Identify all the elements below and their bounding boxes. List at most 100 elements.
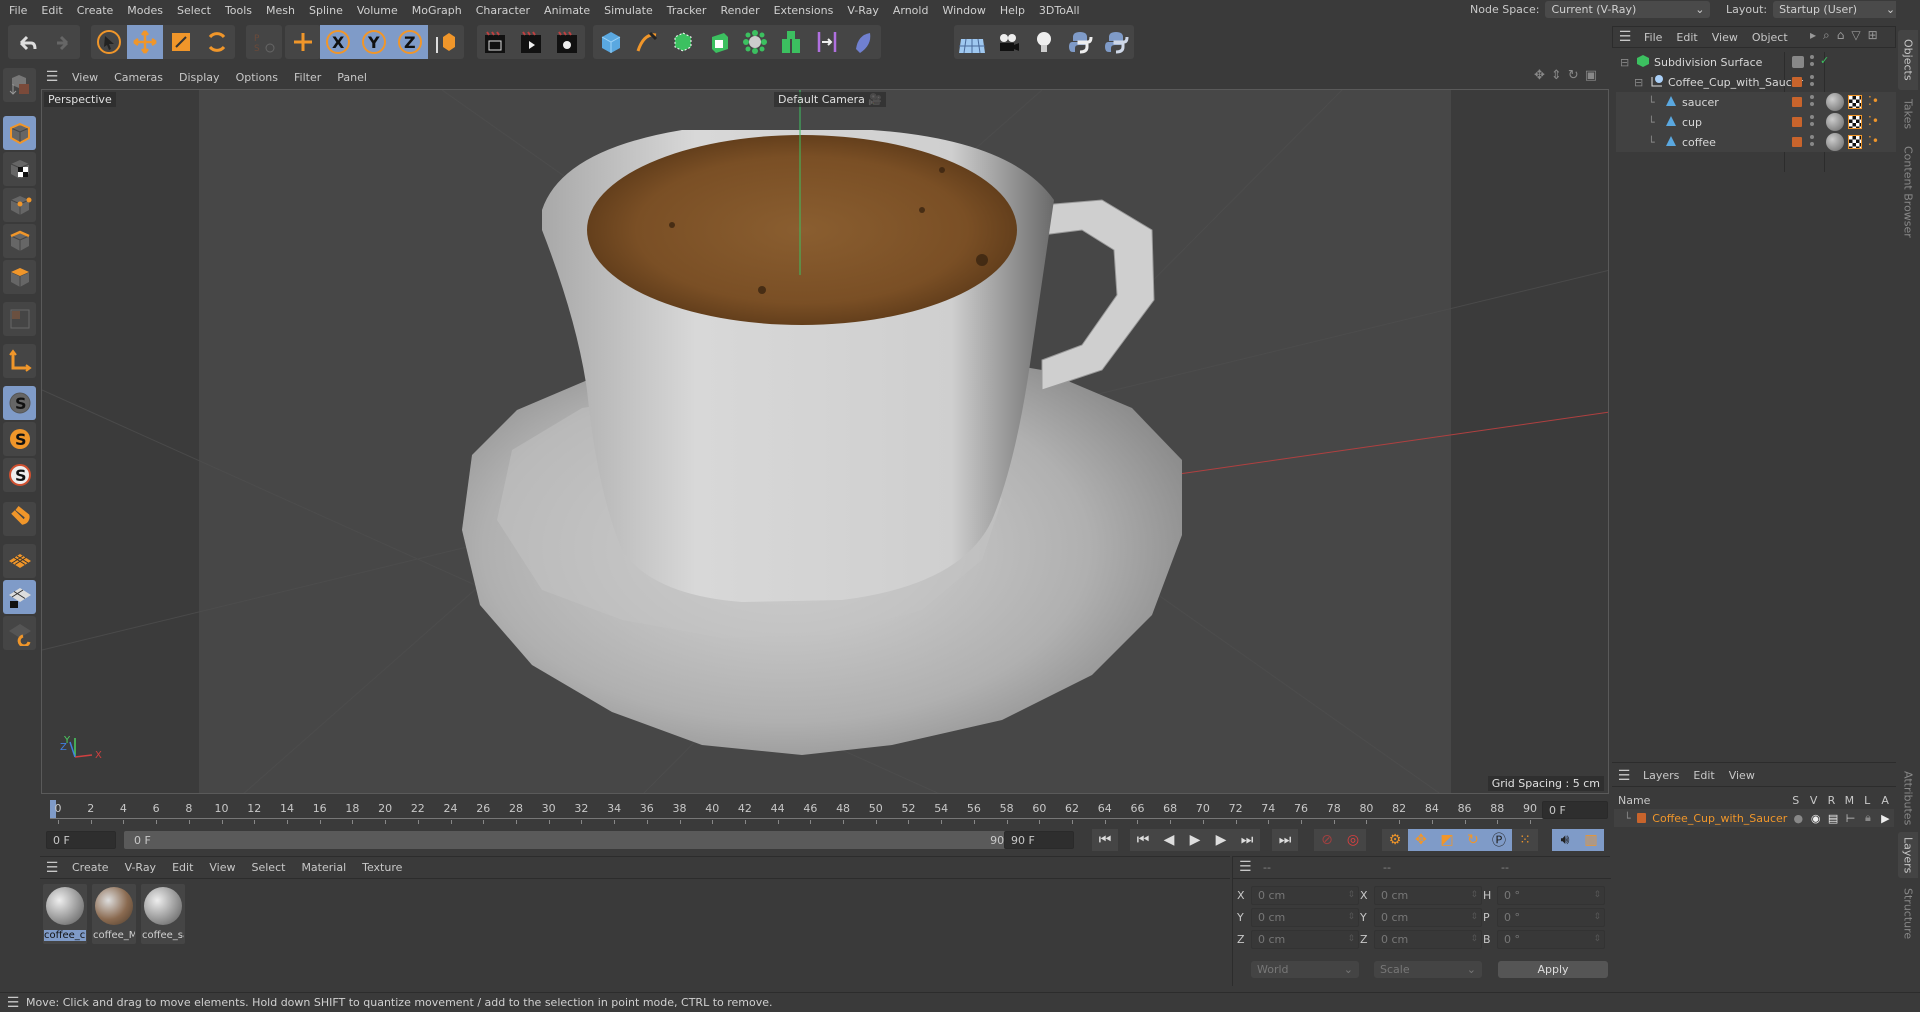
material-menu-texture[interactable]: Texture [354,861,410,874]
menu-mograph[interactable]: MoGraph [405,4,469,17]
material-menu-edit[interactable]: Edit [164,861,201,874]
material-tag-icon[interactable] [1826,113,1844,131]
locked-workplane-button[interactable] [3,580,36,614]
array-cubes-button[interactable] [773,25,809,59]
material-menu-create[interactable]: Create [64,861,117,874]
menu-arnold[interactable]: Arnold [886,4,936,17]
material-tag-icon[interactable] [1826,93,1844,111]
menu-simulate[interactable]: Simulate [597,4,660,17]
object-name[interactable]: saucer [1682,96,1719,109]
x-axis-lock-button[interactable]: X [320,25,356,59]
object-row[interactable]: └ coffee ⁚• [1616,132,1896,152]
material-swatch[interactable]: coffee_M [92,884,136,944]
menu-window[interactable]: Window [935,4,992,17]
axis-mode-button[interactable] [3,344,36,378]
make-editable-button[interactable] [3,68,36,102]
object-name[interactable]: coffee [1682,136,1716,149]
autokey-button[interactable]: ◎ [1340,829,1366,851]
phong-tag-icon[interactable]: ⁚• [1868,134,1879,148]
hamburger-icon[interactable]: ☰ [1239,859,1252,875]
field-button[interactable] [845,25,881,59]
orbit-icon[interactable]: ↻ [1568,68,1579,83]
side-tab-content-browser[interactable]: Content Browser [1898,142,1918,242]
viewport-menu-view[interactable]: View [64,71,106,84]
layer-color-swatch[interactable] [1636,813,1647,823]
coordinate-system-button[interactable] [428,25,464,59]
key-rotation-button[interactable]: ↻ [1460,829,1486,851]
menu-select[interactable]: Select [170,4,218,17]
object-row[interactable]: └ saucer ⁚• [1616,92,1896,112]
extrude-button[interactable] [701,25,737,59]
stepper-icon[interactable]: ⇕ [1347,912,1355,922]
python-script-button[interactable] [1098,25,1134,59]
menu-3dtoall[interactable]: 3DToAll [1032,4,1087,17]
layer-row[interactable]: └ Coffee_Cup_with_Saucer ● ◉ ▤ ⊢ 🔒︎ ▶ [1614,809,1894,827]
workplane-align-button[interactable] [3,616,36,650]
workplane-button[interactable] [3,544,36,578]
ps-recent-button[interactable]: PS [246,25,282,59]
python-button[interactable] [1062,25,1098,59]
side-tab-objects[interactable]: Objects [1898,30,1918,90]
search-icon[interactable]: ⌕ [1823,28,1830,43]
new-object-icon[interactable]: ⊞ [1868,28,1878,43]
uv-mode-button[interactable] [3,302,36,336]
home-icon[interactable]: ⌂ [1837,28,1845,43]
material-swatch[interactable]: coffee_c [43,884,87,944]
layer-column-s[interactable]: S [1787,794,1805,807]
mograph-cloner-button[interactable] [737,25,773,59]
dolly-icon[interactable]: ⇕ [1551,68,1562,83]
menu-render[interactable]: Render [713,4,766,17]
lock-icon[interactable]: 🔒︎ [1859,811,1876,825]
rotate-button[interactable] [199,25,235,59]
uvw-tag-icon[interactable] [1848,135,1862,149]
y-axis-lock-button[interactable]: Y [356,25,392,59]
layer-menu-view[interactable]: View [1722,769,1762,782]
side-tab-layers[interactable]: Layers [1898,832,1918,878]
viewport-menu-cameras[interactable]: Cameras [106,71,171,84]
coord-space-dropdown[interactable]: World ⌄ [1251,961,1359,978]
timeline-window-button[interactable]: ▥ [1578,829,1604,851]
object-menu-edit[interactable]: Edit [1669,31,1704,44]
stepper-icon[interactable]: ⇕ [1593,890,1601,900]
hamburger-icon[interactable]: ☰ [40,69,64,85]
animation-play-icon[interactable]: ▶ [1877,812,1894,825]
key-position-button[interactable]: ✥ [1408,829,1434,851]
uvw-tag-icon[interactable] [1848,95,1862,109]
hamburger-icon[interactable]: ☰ [1612,768,1636,784]
scale-button[interactable] [163,25,199,59]
stepper-icon[interactable]: ⇕ [1593,912,1601,922]
layer-color-swatch[interactable] [1792,137,1802,147]
stepper-icon[interactable]: ⇕ [1470,934,1478,944]
layer-column-a[interactable]: A [1876,794,1894,807]
rotation-h-field[interactable]: 0 ° ⇕ [1497,885,1605,905]
z-axis-lock-button[interactable]: Z [392,25,428,59]
play-button[interactable]: ▶ [1182,829,1208,851]
floor-grid-button[interactable] [954,25,990,59]
stepper-icon[interactable]: ⇕ [1347,934,1355,944]
redo-button[interactable] [44,25,80,59]
layer-name[interactable]: Coffee_Cup_with_Saucer [1652,812,1789,825]
menu-extensions[interactable]: Extensions [767,4,841,17]
size-z-field[interactable]: 0 cm ⇕ [1374,929,1482,949]
object-row[interactable]: ⊟ Subdivision Surface ✓ [1616,52,1896,72]
size-y-field[interactable]: 0 cm ⇕ [1374,907,1482,927]
pan-icon[interactable]: ✥ [1534,68,1545,83]
visibility-dots[interactable] [1810,115,1814,126]
object-name[interactable]: Coffee_Cup_with_Saucer [1668,76,1803,89]
side-tab-takes[interactable]: Takes [1898,94,1918,134]
tree-expander-icon[interactable]: ⊟ [1634,76,1646,89]
menu-edit[interactable]: Edit [34,4,69,17]
enabled-check-icon[interactable]: ✓ [1820,54,1829,67]
move-button[interactable] [127,25,163,59]
move-axis-button[interactable] [285,25,321,59]
key-param-button[interactable]: Ⓟ [1486,829,1512,851]
edge-mode-button[interactable] [3,224,36,258]
menu-spline[interactable]: Spline [302,4,350,17]
stepper-icon[interactable]: ⇕ [1593,934,1601,944]
point-mode-button[interactable] [3,188,36,222]
start-frame-field[interactable]: 0 F [46,831,116,849]
stepper-icon[interactable]: ⇕ [1470,912,1478,922]
menu-file[interactable]: File [0,4,34,17]
render-view-button[interactable] [477,25,513,59]
layer-column-name[interactable]: Name [1614,794,1787,807]
